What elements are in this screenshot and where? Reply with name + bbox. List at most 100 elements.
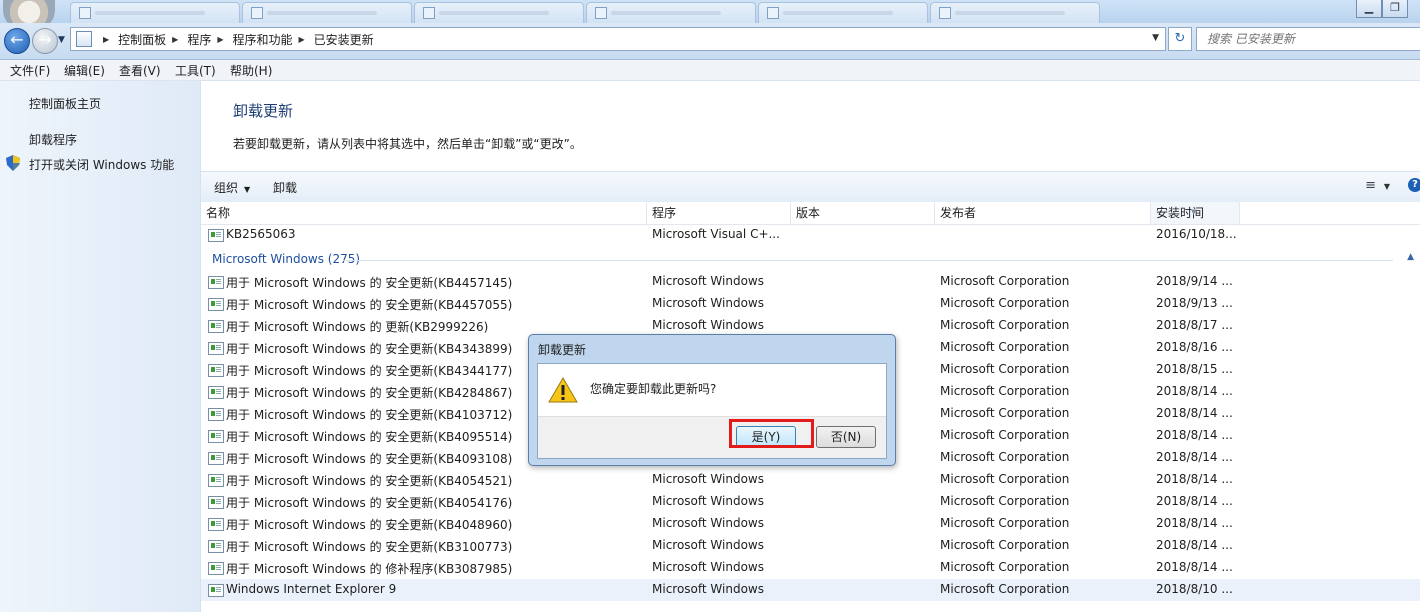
- organize-button[interactable]: 组织 ▼: [214, 179, 250, 196]
- row-name: 用于 Microsoft Windows 的 安全更新(KB4457145): [226, 276, 513, 290]
- address-bar[interactable]: ▶ 控制面板 ▶ 程序 ▶ 程序和功能 ▶ 已安装更新 ▼: [70, 27, 1166, 51]
- menu-tools[interactable]: 工具(T): [175, 62, 216, 79]
- row-publisher: Microsoft Corporation: [940, 450, 1070, 464]
- row-publisher: Microsoft Corporation: [940, 582, 1070, 596]
- breadcrumb-item[interactable]: 控制面板: [118, 31, 166, 48]
- chevron-right-icon[interactable]: ▶: [103, 35, 109, 44]
- window-tab[interactable]: [586, 2, 756, 23]
- row-name: 用于 Microsoft Windows 的 安全更新(KB4054176): [226, 496, 513, 510]
- folder-icon: [79, 7, 91, 19]
- dialog-message: 您确定要卸载此更新吗?: [590, 382, 717, 396]
- table-row[interactable]: 用于 Microsoft Windows 的 安全更新(KB3100773) Mi…: [201, 535, 1420, 557]
- update-icon: [208, 408, 224, 421]
- column-name[interactable]: 名称: [201, 202, 647, 224]
- column-program[interactable]: 程序: [647, 202, 791, 224]
- dialog-title: 卸载更新: [538, 343, 587, 357]
- group-divider: [343, 260, 1393, 261]
- window-tab[interactable]: [758, 2, 928, 23]
- minimize-button[interactable]: ▁: [1356, 0, 1382, 18]
- table-row[interactable]: Windows Internet Explorer 9 Microsoft Win…: [201, 579, 1420, 601]
- row-name: 用于 Microsoft Windows 的 安全更新(KB4048960): [226, 518, 513, 532]
- breadcrumb-item[interactable]: 程序: [187, 31, 211, 48]
- sidebar-item-uninstall[interactable]: 卸载程序: [29, 131, 77, 148]
- row-publisher: Microsoft Corporation: [940, 516, 1070, 530]
- title-bar: ▁ ❐: [0, 0, 1420, 30]
- no-button[interactable]: 否(N): [816, 426, 876, 448]
- folder-icon: [251, 7, 263, 19]
- update-icon: [208, 298, 224, 311]
- maximize-button[interactable]: ❐: [1382, 0, 1408, 18]
- search-box[interactable]: [1196, 27, 1420, 51]
- view-options-icon[interactable]: ≡: [1365, 178, 1376, 193]
- chevron-down-icon[interactable]: ▼: [1384, 182, 1390, 191]
- update-icon: [208, 584, 224, 597]
- table-row[interactable]: 用于 Microsoft Windows 的 安全更新(KB4054521) Mi…: [201, 469, 1420, 491]
- table-row[interactable]: 用于 Microsoft Windows 的 安全更新(KB4457145) Mi…: [201, 271, 1420, 293]
- group-header[interactable]: Microsoft Windows (275) ▲: [201, 249, 1420, 271]
- refresh-button[interactable]: ↻: [1168, 27, 1192, 51]
- row-name: 用于 Microsoft Windows 的 安全更新(KB4103712): [226, 408, 513, 422]
- row-date: 2018/9/14 ...: [1156, 274, 1233, 288]
- column-publisher[interactable]: 发布者: [935, 202, 1151, 224]
- tab-title: [439, 11, 549, 15]
- update-icon: [208, 562, 224, 575]
- column-version[interactable]: 版本: [791, 202, 935, 224]
- window-tab[interactable]: [242, 2, 412, 23]
- update-icon: [208, 452, 224, 465]
- column-header: 名称 程序 版本 发布者 ▼ 安装时间: [201, 202, 1420, 225]
- page-description: 若要卸载更新，请从列表中将其选中，然后单击“卸载”或“更改”。: [233, 137, 582, 151]
- menu-edit[interactable]: 编辑(E): [64, 62, 105, 79]
- menu-help[interactable]: 帮助(H): [230, 62, 272, 79]
- table-row[interactable]: 用于 Microsoft Windows 的 安全更新(KB4054176) Mi…: [201, 491, 1420, 513]
- sidebar-item-features[interactable]: 打开或关闭 Windows 功能: [29, 156, 174, 173]
- window-controls: ▁ ❐: [1356, 0, 1408, 18]
- breadcrumb-item[interactable]: 程序和功能: [233, 31, 293, 48]
- row-publisher: Microsoft Corporation: [940, 428, 1070, 442]
- help-icon[interactable]: ?: [1408, 178, 1420, 192]
- row-program: Microsoft Windows: [652, 582, 764, 596]
- organize-label: 组织: [214, 181, 239, 195]
- collapse-icon[interactable]: ▲: [1407, 252, 1414, 262]
- warning-icon: [548, 377, 578, 403]
- address-dropdown-icon[interactable]: ▼: [1152, 33, 1159, 43]
- row-name: 用于 Microsoft Windows 的 安全更新(KB4095514): [226, 430, 513, 444]
- table-row[interactable]: KB2565063 Microsoft Visual C+... 2016/10…: [201, 224, 1420, 246]
- update-icon: [208, 474, 224, 487]
- row-publisher: Microsoft Corporation: [940, 318, 1070, 332]
- history-dropdown-icon[interactable]: ▼: [58, 35, 65, 45]
- menu-file[interactable]: 文件(F): [10, 62, 50, 79]
- search-input[interactable]: [1205, 30, 1409, 48]
- forward-button[interactable]: →: [32, 28, 58, 54]
- row-publisher: Microsoft Corporation: [940, 274, 1070, 288]
- table-row[interactable]: 用于 Microsoft Windows 的 安全更新(KB4048960) Mi…: [201, 513, 1420, 535]
- sidebar-item-home[interactable]: 控制面板主页: [29, 95, 101, 112]
- row-date: 2018/8/14 ...: [1156, 472, 1233, 486]
- uninstall-button[interactable]: 卸载: [273, 179, 297, 196]
- page-title: 卸载更新: [233, 102, 294, 120]
- sidebar: 控制面板主页 卸载程序 打开或关闭 Windows 功能: [0, 81, 201, 612]
- row-date: 2018/8/17 ...: [1156, 318, 1233, 332]
- row-name: 用于 Microsoft Windows 的 安全更新(KB4054521): [226, 474, 513, 488]
- window-tab[interactable]: [70, 2, 240, 23]
- folder-icon: [939, 7, 951, 19]
- chevron-right-icon[interactable]: ▶: [299, 35, 305, 44]
- table-row[interactable]: 用于 Microsoft Windows 的 安全更新(KB4457055) Mi…: [201, 293, 1420, 315]
- window-tab[interactable]: [414, 2, 584, 23]
- chevron-right-icon[interactable]: ▶: [172, 35, 178, 44]
- back-button[interactable]: ←: [4, 28, 30, 54]
- dialog-body: 您确定要卸载此更新吗? 是(Y) 否(N): [537, 363, 887, 459]
- row-publisher: Microsoft Corporation: [940, 384, 1070, 398]
- window-tab[interactable]: [930, 2, 1100, 23]
- row-name: Windows Internet Explorer 9: [226, 582, 397, 596]
- tab-title: [267, 11, 377, 15]
- chevron-right-icon[interactable]: ▶: [217, 35, 223, 44]
- update-icon: [208, 386, 224, 399]
- command-bar: 组织 ▼ 卸载 ≡ ▼ ?: [201, 171, 1420, 203]
- table-row[interactable]: 用于 Microsoft Windows 的 修补程序(KB3087985) Mi…: [201, 557, 1420, 579]
- breadcrumb-item[interactable]: 已安装更新: [314, 31, 374, 48]
- column-install-date[interactable]: ▼ 安装时间: [1151, 202, 1240, 224]
- menu-view[interactable]: 查看(V): [119, 62, 161, 79]
- row-name: 用于 Microsoft Windows 的 安全更新(KB4284867): [226, 386, 513, 400]
- row-name: 用于 Microsoft Windows 的 修补程序(KB3087985): [226, 562, 513, 576]
- sort-indicator-icon: ▼: [1191, 208, 1197, 216]
